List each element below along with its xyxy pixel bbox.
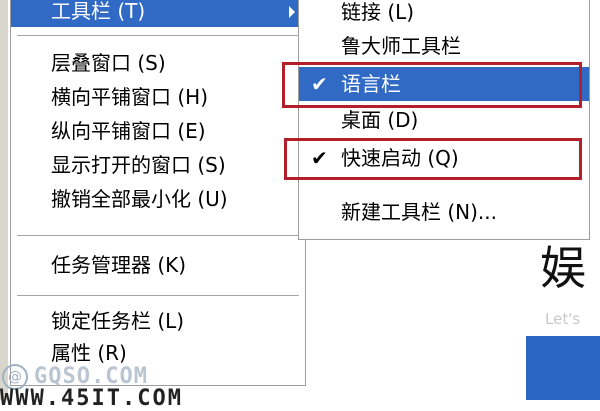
menu-item-task-manager[interactable]: 任务管理器 (K) xyxy=(11,249,305,281)
menu-item-tile-vertical[interactable]: 纵向平铺窗口 (E) xyxy=(11,115,305,147)
submenu-item-label: 桌面 (D) xyxy=(341,108,419,132)
menu-item-label: 任务管理器 (K) xyxy=(51,253,187,277)
submenu-item-label: 链接 (L) xyxy=(341,0,415,24)
submenu-item-ludashi-toolbar[interactable]: 鲁大师工具栏 xyxy=(299,29,589,63)
annotation-box-quick-launch xyxy=(284,138,582,180)
toolbars-submenu: 链接 (L) 鲁大师工具栏 ✔ 语言栏 桌面 (D) ✔ 快速启动 (Q) 新建… xyxy=(298,0,590,240)
menu-separator xyxy=(17,35,299,36)
submenu-item-label: 新建工具栏 (N)... xyxy=(341,200,497,224)
menu-item-label: 锁定任务栏 (L) xyxy=(51,309,185,333)
background-heading-char: 娱 xyxy=(540,241,586,295)
menu-item-label: 撤销全部最小化 (U) xyxy=(51,187,228,211)
submenu-arrow-icon xyxy=(289,6,295,18)
menu-item-label: 属性 (R) xyxy=(51,341,127,365)
menu-item-label: 显示打开的窗口 (S) xyxy=(51,153,226,177)
watermark-url: WWW.45IT.COM xyxy=(0,386,183,411)
background-blue-panel xyxy=(526,336,600,400)
window-edge xyxy=(0,0,8,400)
menu-separator xyxy=(17,235,299,236)
menu-item-label: 横向平铺窗口 (H) xyxy=(51,85,209,109)
submenu-item-links[interactable]: 链接 (L) xyxy=(299,0,589,29)
menu-item-label: 工具栏 (T) xyxy=(51,0,146,23)
menu-item-toolbars[interactable]: 工具栏 (T) xyxy=(11,0,305,27)
menu-item-label: 纵向平铺窗口 (E) xyxy=(51,119,206,143)
background-caption: Let's xyxy=(545,310,581,328)
submenu-item-desktop[interactable]: 桌面 (D) xyxy=(299,103,589,137)
menu-item-cascade[interactable]: 层叠窗口 (S) xyxy=(11,47,305,79)
menu-item-undo-minimize-all[interactable]: 撤销全部最小化 (U) xyxy=(11,183,305,215)
menu-separator xyxy=(17,295,299,296)
submenu-item-new-toolbar[interactable]: 新建工具栏 (N)... xyxy=(299,195,589,229)
taskbar-context-menu: 工具栏 (T) 层叠窗口 (S) 横向平铺窗口 (H) 纵向平铺窗口 (E) 显… xyxy=(10,0,306,386)
menu-item-tile-horizontal[interactable]: 横向平铺窗口 (H) xyxy=(11,81,305,113)
menu-item-label: 层叠窗口 (S) xyxy=(51,51,166,75)
menu-item-lock-taskbar[interactable]: 锁定任务栏 (L) xyxy=(11,305,305,337)
annotation-box-language-bar xyxy=(282,62,582,108)
submenu-item-label: 鲁大师工具栏 xyxy=(341,34,461,58)
menu-item-show-open-windows[interactable]: 显示打开的窗口 (S) xyxy=(11,149,305,181)
